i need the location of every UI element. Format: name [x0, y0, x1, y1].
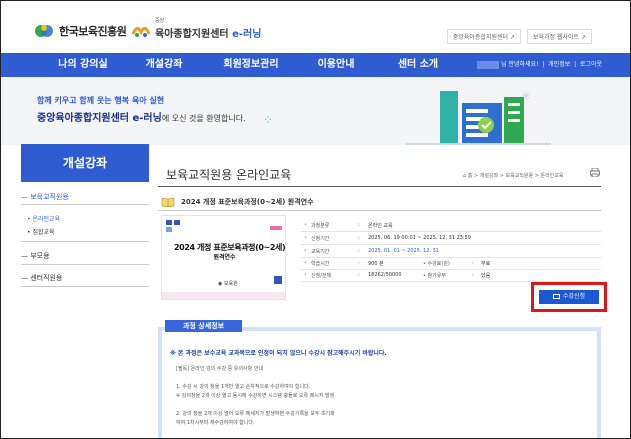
- site-name-prefix: 육아종합지원센터: [155, 29, 229, 40]
- banner-illustration: [406, 91, 551, 145]
- nav-guide[interactable]: 이용안내: [301, 53, 371, 77]
- top-header: 한국보육진흥원 중앙 육아종합지원센터 e-러닝 중앙육아종합지원센터 ↗ 보육…: [1, 1, 630, 44]
- org-logo-icon: [35, 25, 53, 37]
- info-divider: [301, 257, 601, 258]
- banner-slogan: 함께 키우고 함께 웃는 행복 육아 실현: [37, 96, 165, 105]
- info-label: • 수강료(원): [423, 261, 450, 267]
- sparkle-icon: ⁘: [263, 113, 274, 127]
- nav-center-intro[interactable]: 센터 소개: [383, 53, 453, 77]
- site-logo[interactable]: 중앙 육아종합지원센터 e-러닝: [131, 18, 261, 40]
- sidebar-title: 개설강좌: [21, 144, 149, 182]
- info-value: 있음: [481, 273, 491, 279]
- info-divider: [301, 244, 601, 245]
- apply-highlight-box: 수강신청: [531, 282, 607, 312]
- info-fee-label: 수강료(원): [427, 261, 450, 267]
- org-name: 한국보육진흥원: [59, 25, 127, 38]
- link-curriculum-site[interactable]: 보육과정 웹사이트 ↗: [526, 29, 592, 44]
- info-cert-label: 참가유무: [427, 273, 446, 279]
- org-logo[interactable]: 한국보육진흥원: [33, 23, 127, 39]
- info-label: • 참가유무: [423, 273, 446, 279]
- page-frame: 한국보육진흥원 중앙 육아종합지원센터 e-러닝 중앙육아종합지원센터 ↗ 보육…: [0, 0, 631, 439]
- link-central-center[interactable]: 중앙육아종합지원센터 ↗: [446, 29, 521, 44]
- book-icon: [161, 197, 175, 207]
- detail-line: [필독] 온라인 강의 수강 중 유의사항 안내: [176, 366, 264, 372]
- banner-welcome-rest: 에 오신 것을 환영합니다.: [161, 114, 246, 123]
- sidebar-divider: [21, 241, 149, 242]
- info-label: 신청/전체: [311, 273, 332, 279]
- detail-tab[interactable]: 과정 상세정보: [165, 320, 242, 332]
- user-greeting: 님 안녕하세요!: [501, 61, 539, 68]
- info-label: 교육기간: [311, 249, 330, 255]
- main-nav: 나의 강의실 개설강좌 회원정보관리 이용안내 센터 소개 님 안녕하세요! |…: [1, 53, 630, 77]
- course-title-row: 2024 개정 표준보육과정(0~2세) 원격연수: [161, 197, 314, 207]
- apply-icon: [552, 294, 560, 299]
- info-label: 신청기간: [311, 236, 330, 242]
- title-divider: [158, 186, 601, 187]
- breadcrumb: ⌂ 홈 > 개설강좌 > 보육교직원용 > 온라인교육: [463, 173, 564, 179]
- banner-welcome: 중앙육아종합지원센터 e-러닝에 오신 것을 환영합니다.: [37, 109, 246, 124]
- detail-notice: ※ 본 과정은 보수교육 교과목으로 인정이 되지 않으니 수강시 참고해주시기…: [170, 350, 387, 357]
- info-divider: [301, 269, 601, 270]
- detail-line: ※ 강의창을 2개 이상 열고 동시에 수강하면 시스템 충돌로 오류 메시지 …: [176, 393, 335, 399]
- info-value: 온라인 교육: [368, 223, 393, 229]
- sidebar-item-staff[interactable]: — 보육교직원용: [21, 192, 149, 202]
- sidebar-divider: [21, 204, 149, 205]
- course-thumbnail: 2024 개정 표준보육과정(0~2세) 원격연수 ◉ 보육원: [161, 215, 286, 300]
- print-icon[interactable]: [590, 168, 600, 177]
- info-divider: [301, 231, 601, 232]
- site-name: 육아종합지원센터 e-러닝: [155, 25, 261, 40]
- course-divider: [158, 210, 601, 211]
- sidebar-sub-offline[interactable]: • 집합교육: [27, 227, 55, 236]
- sidebar-item-parents[interactable]: — 부모용: [21, 251, 149, 261]
- info-label: 과정분류: [311, 223, 330, 229]
- thumbnail-logo-text: 보육원: [223, 281, 238, 287]
- nav-open-courses[interactable]: 개설강좌: [129, 53, 199, 77]
- info-value: 18262/50000: [368, 272, 402, 278]
- detail-line: 2. 강의 창을 2개 이상 열어 오류 메세지가 발생하면 수강기록을 모두 …: [176, 411, 335, 417]
- course-detail-panel: ※ 본 과정은 보수교육 교과목으로 인정이 되지 않으니 수강시 참고해주시기…: [158, 327, 601, 438]
- nav-my-classroom[interactable]: 나의 강의실: [43, 53, 123, 77]
- sidebar-item-center-staff[interactable]: — 센터직원용: [21, 273, 149, 283]
- site-logo-icon: [131, 26, 151, 37]
- apply-button[interactable]: 수강신청: [539, 290, 599, 304]
- top-links: 중앙육아종합지원센터 ↗ 보육과정 웹사이트 ↗: [446, 29, 592, 44]
- sidebar-item-label: 부모용: [30, 252, 50, 260]
- thumbnail-subtitle: 원격연수: [213, 254, 236, 261]
- sidebar-item-label: 보육교직원용: [30, 193, 69, 201]
- info-value: 2025. 01. 01 ~ 2025. 12. 31: [368, 248, 439, 254]
- info-value: 900 분: [368, 261, 384, 267]
- apply-button-label: 수강신청: [562, 293, 586, 300]
- user-menu: 님 안녕하세요! | 개인정보 | 로그아웃: [477, 59, 602, 69]
- thumbnail-logo: ◉ 보육원: [218, 281, 238, 287]
- detail-line: 하여 1차시부터 재수강하여야 합니다.: [176, 420, 255, 426]
- banner-site-name: 중앙육아종합지원센터 e-러닝: [37, 113, 162, 124]
- site-name-suffix: e-러닝: [232, 29, 262, 40]
- sidebar-divider: [21, 286, 149, 287]
- page-title: 보육교직원용 온라인교육: [166, 168, 292, 182]
- detail-line: 1. 수강 시 강의 창을 1개만 열고 순차적으로 수강하여야 합니다.: [176, 384, 311, 390]
- site-small-label: 중앙: [155, 18, 165, 24]
- sidebar-divider: [21, 264, 149, 265]
- info-label: 학습시간: [311, 261, 330, 267]
- info-value: 무료: [481, 261, 491, 267]
- user-name-masked: [477, 60, 500, 69]
- sidebar-item-label: 센터직원용: [30, 274, 63, 282]
- info-value: 2025. 06. 19 00:01 ~ 2025. 12. 31 23:59: [368, 235, 471, 241]
- sidebar-sub-online[interactable]: • 온라인교육: [27, 214, 60, 223]
- nav-member-info[interactable]: 회원정보관리: [206, 53, 296, 77]
- thumbnail-footer-bar: [162, 292, 285, 299]
- logout-link[interactable]: 로그아웃: [580, 61, 602, 68]
- course-title: 2024 개정 표준보육과정(0~2세) 원격연수: [181, 198, 314, 206]
- personal-info-link[interactable]: 개인정보: [548, 61, 570, 68]
